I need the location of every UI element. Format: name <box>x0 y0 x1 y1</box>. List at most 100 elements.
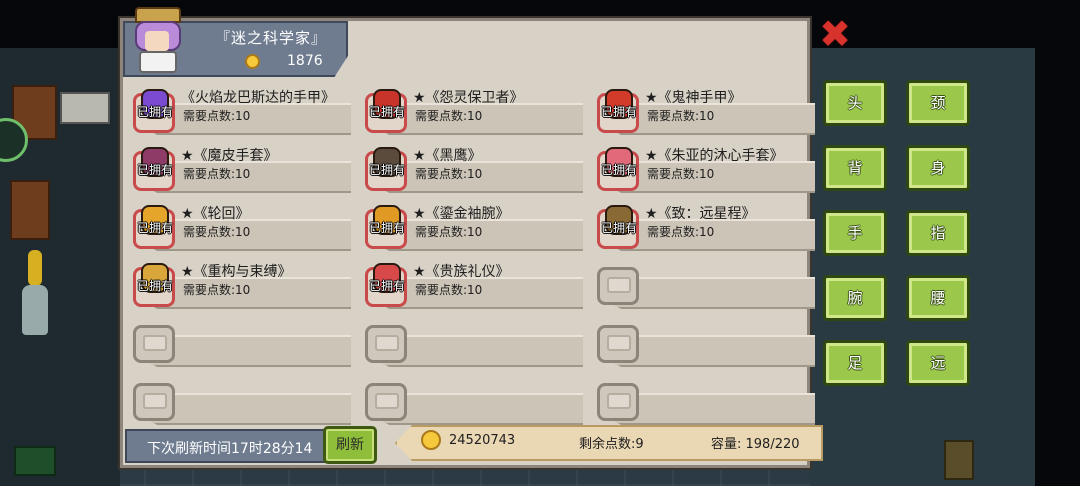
item-icon-box: 已拥有 <box>595 89 641 133</box>
category-button-foot[interactable]: 足 <box>823 340 887 386</box>
item-cost: 需要点数:10 <box>415 283 483 297</box>
category-button-head[interactable]: 头 <box>823 80 887 126</box>
item-slot[interactable]: 已拥有 ★《轮回》需要点数:10 <box>125 199 351 251</box>
item-name: ★《鎏金袖腕》 <box>413 206 510 222</box>
item-slot[interactable]: 已拥有 ★《黑鹰》需要点数:10 <box>357 141 583 193</box>
item-slot[interactable] <box>125 315 351 367</box>
owned-tag: 已拥有 <box>137 105 174 119</box>
item-name: ★《魔皮手套》 <box>181 148 278 164</box>
item-cost: 需要点数:10 <box>415 109 483 123</box>
vase-sprite <box>22 285 48 335</box>
item-name: ★《鬼神手甲》 <box>645 90 742 106</box>
owned-tag: 已拥有 <box>369 279 406 293</box>
item-name: ★《致：远星程》 <box>645 206 756 222</box>
item-cost: 需要点数:10 <box>183 109 251 123</box>
flower-sprite <box>28 250 42 286</box>
item-slot[interactable]: 已拥有 ★《贵族礼仪》 需要点数:10 <box>357 257 583 309</box>
owned-tag: 已拥有 <box>601 105 638 119</box>
item-slot[interactable] <box>125 373 351 425</box>
empty-slot-icon <box>143 335 167 351</box>
item-slot[interactable]: 已拥有 ★《重构与束缚》 需要点数:10 <box>125 257 351 309</box>
item-slot[interactable]: 已拥有 ★《鬼神手甲》 需要点数:10 <box>589 83 815 135</box>
item-slot[interactable] <box>589 315 815 367</box>
avatar-coat <box>139 51 177 73</box>
item-slot[interactable]: 已拥有 ★《朱亚的沐心手套》 需要点数:10 <box>589 141 815 193</box>
item-name: ★《黑鹰》 <box>413 148 482 164</box>
owned-tag: 已拥有 <box>369 221 406 235</box>
machine-sprite <box>944 440 974 480</box>
category-button-ranged[interactable]: 远 <box>906 340 970 386</box>
item-icon-box: 已拥有 <box>595 147 641 191</box>
item-icon-box <box>595 263 641 307</box>
owned-tag: 已拥有 <box>137 163 174 177</box>
owned-tag: 已拥有 <box>601 221 638 235</box>
item-icon-box <box>363 379 409 423</box>
gold-coin-icon <box>421 430 441 450</box>
owned-tag: 已拥有 <box>137 279 174 293</box>
category-button-neck[interactable]: 颈 <box>906 80 970 126</box>
item-slot[interactable]: 已拥有 ★《致：远星程》 需要点数:10 <box>589 199 815 251</box>
item-cost: 需要点数:10 <box>647 167 715 181</box>
item-cost: 需要点数:10 <box>647 225 715 239</box>
item-cost: 需要点数:10 <box>183 283 251 297</box>
item-icon-box <box>595 379 641 423</box>
item-icon-box: 已拥有 <box>131 205 177 249</box>
avatar-face <box>145 31 169 51</box>
owned-tag: 已拥有 <box>601 163 638 177</box>
item-slot[interactable] <box>589 257 815 309</box>
item-icon-box: 已拥有 <box>595 205 641 249</box>
item-slot[interactable]: 已拥有 ★《魔皮手套》 需要点数:10 <box>125 141 351 193</box>
empty-slot-icon <box>375 335 399 351</box>
item-cost: 需要点数:10 <box>183 225 251 239</box>
item-icon-box: 已拥有 <box>363 205 409 249</box>
category-button-back[interactable]: 背 <box>823 145 887 191</box>
merchant-avatar <box>131 7 185 77</box>
empty-slot-icon <box>607 335 631 351</box>
item-name: ★《轮回》 <box>181 206 250 222</box>
item-slot[interactable]: 已拥有 ★《怨灵保卫者》 需要点数:10 <box>357 83 583 135</box>
shop-panel: 『迷之科学家』 1876 已拥有 《火焰龙巴斯达的手甲》 需要点数:10 已拥有 ★《怨… <box>120 7 823 468</box>
category-button-hand[interactable]: 手 <box>823 210 887 256</box>
item-slot[interactable] <box>357 315 583 367</box>
item-cost: 需要点数:10 <box>647 109 715 123</box>
item-slot[interactable] <box>589 373 815 425</box>
item-icon-box <box>131 379 177 423</box>
empty-slot-icon <box>607 277 631 293</box>
category-button-finger[interactable]: 指 <box>906 210 970 256</box>
empty-slot-icon <box>607 393 631 409</box>
item-name: 《火焰龙巴斯达的手甲》 <box>181 90 335 106</box>
category-button-body[interactable]: 身 <box>906 145 970 191</box>
refresh-button[interactable]: 刷新 <box>323 426 377 464</box>
category-button-wrist[interactable]: 腕 <box>823 275 887 321</box>
item-icon-box: 已拥有 <box>131 263 177 307</box>
item-cost: 需要点数:10 <box>415 167 483 181</box>
item-slot[interactable] <box>357 373 583 425</box>
item-name: ★《贵族礼仪》 <box>413 264 510 280</box>
item-slot[interactable]: 已拥有 《火焰龙巴斯达的手甲》 需要点数:10 <box>125 83 351 135</box>
item-icon-box <box>131 321 177 365</box>
item-icon-box: 已拥有 <box>363 147 409 191</box>
desk-sprite <box>60 92 110 124</box>
owned-tag: 已拥有 <box>369 163 406 177</box>
item-icon-box: 已拥有 <box>363 263 409 307</box>
refresh-timer-text: 下次刷新时间17时28分14 <box>147 441 313 457</box>
item-slot[interactable]: 已拥有 ★《鎏金袖腕》 需要点数:10 <box>357 199 583 251</box>
item-name: ★《朱亚的沐心手套》 <box>645 148 784 164</box>
gold-amount: 24520743 <box>449 433 516 448</box>
item-icon-box <box>363 321 409 365</box>
close-icon[interactable]: ✖ <box>818 15 852 53</box>
item-icon-box: 已拥有 <box>131 147 177 191</box>
background-far-right <box>1035 0 1080 486</box>
circuit-board-sprite <box>14 446 56 476</box>
owned-tag: 已拥有 <box>369 105 406 119</box>
item-name: ★《怨灵保卫者》 <box>413 90 524 106</box>
item-icon-box: 已拥有 <box>363 89 409 133</box>
empty-slot-icon <box>143 393 167 409</box>
remaining-points: 剩余点数:9 <box>579 437 644 452</box>
merchant-coin-count: 1876 <box>287 53 323 69</box>
category-button-waist[interactable]: 腰 <box>906 275 970 321</box>
item-name: ★《重构与束缚》 <box>181 264 292 280</box>
item-icon-box <box>595 321 641 365</box>
empty-slot-icon <box>375 393 399 409</box>
item-cost: 需要点数:10 <box>183 167 251 181</box>
